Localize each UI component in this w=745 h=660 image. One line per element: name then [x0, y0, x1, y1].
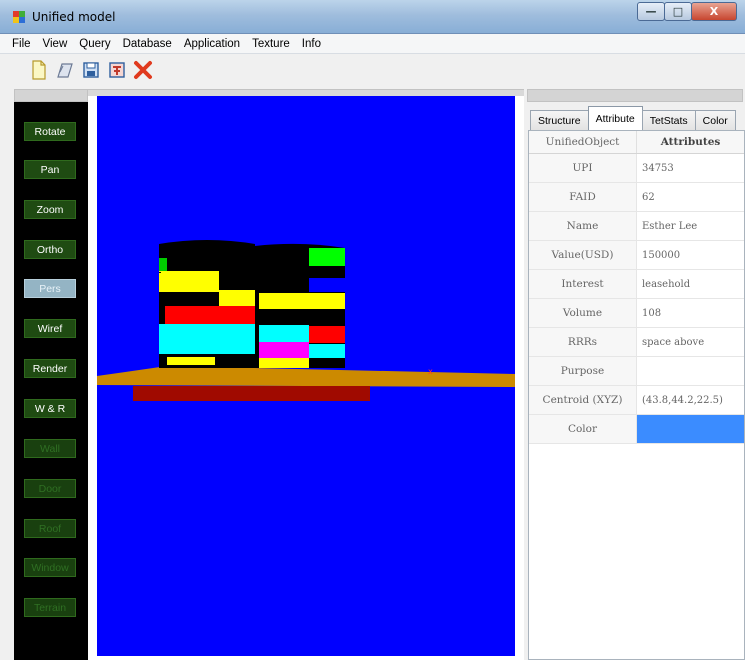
svg-text:x: x — [428, 367, 433, 376]
tool-panel-header — [14, 89, 88, 102]
export-icon — [109, 62, 125, 78]
window-title: Unified model — [32, 10, 116, 24]
column-header-attributes: Attributes — [660, 136, 721, 148]
minimize-icon: — — [645, 5, 657, 18]
tab-color[interactable]: Color — [694, 110, 736, 130]
terrain-button[interactable]: Terrain — [24, 598, 76, 617]
menu-bar: File View Query Database Application Tex… — [0, 34, 745, 54]
app-logo-icon — [13, 11, 25, 23]
table-row[interactable]: RRRs space above — [529, 328, 744, 357]
save-button[interactable] — [80, 59, 102, 81]
attribute-value[interactable]: leasehold — [637, 270, 744, 298]
attribute-table: UnifiedObject Attributes UPI 34753 FAID 62… — [528, 130, 745, 660]
table-row[interactable]: Value(USD) 150000 — [529, 241, 744, 270]
ortho-button[interactable]: Ortho — [24, 240, 76, 259]
attribute-value[interactable]: (43.8,44.2,22.5) — [637, 386, 744, 414]
render-button[interactable]: Render — [24, 359, 76, 378]
table-row[interactable]: Volume 108 — [529, 299, 744, 328]
tab-bar: Structure Attribute TetStats Color — [530, 106, 736, 130]
table-row[interactable]: UPI 34753 — [529, 154, 744, 183]
tool-panel: Rotate Pan Zoom Ortho Pers Wiref Render … — [14, 102, 88, 660]
color-swatch[interactable] — [636, 415, 744, 443]
window-controls: — □ X — [637, 2, 737, 21]
delete-icon — [134, 61, 152, 79]
attribute-value[interactable]: space above — [637, 328, 744, 356]
table-row[interactable]: Purpose — [529, 357, 744, 386]
roof-button[interactable]: Roof — [24, 519, 76, 538]
attribute-key: FAID — [529, 183, 637, 211]
close-button[interactable]: X — [691, 2, 737, 21]
open-folder-icon — [57, 63, 73, 78]
attribute-key: Value(USD) — [529, 241, 637, 269]
delete-button[interactable] — [132, 59, 154, 81]
attribute-value[interactable]: 34753 — [637, 154, 744, 182]
attribute-value[interactable]: 62 — [637, 183, 744, 211]
attribute-key: Name — [529, 212, 637, 240]
menu-file[interactable]: File — [6, 38, 37, 50]
wire-render-button[interactable]: W & R — [24, 399, 76, 418]
tab-structure[interactable]: Structure — [530, 110, 589, 130]
properties-panel: Structure Attribute TetStats Color Unifi… — [526, 102, 745, 660]
attribute-value[interactable]: 150000 — [637, 241, 744, 269]
menu-application[interactable]: Application — [178, 38, 246, 50]
attribute-value[interactable]: 108 — [637, 299, 744, 327]
export-button[interactable] — [106, 59, 128, 81]
title-bar: Unified model — □ X — [0, 0, 745, 34]
minimize-button[interactable]: — — [637, 2, 665, 21]
tab-attribute[interactable]: Attribute — [587, 106, 643, 130]
attribute-key: RRRs — [529, 328, 637, 356]
open-button[interactable] — [54, 59, 76, 81]
tab-tetstats[interactable]: TetStats — [641, 110, 696, 130]
maximize-button[interactable]: □ — [664, 2, 692, 21]
column-header-object: UnifiedObject — [529, 131, 637, 153]
rotate-button[interactable]: Rotate — [24, 122, 76, 141]
attribute-value[interactable] — [637, 357, 744, 385]
new-file-icon — [32, 60, 46, 80]
building-left — [159, 240, 255, 368]
attribute-key: Volume — [529, 299, 637, 327]
building-right — [255, 243, 345, 368]
building-model: x — [97, 240, 515, 401]
close-icon: X — [709, 5, 719, 18]
menu-info[interactable]: Info — [296, 38, 327, 50]
menu-database[interactable]: Database — [117, 38, 178, 50]
table-row[interactable]: Color — [529, 415, 744, 444]
ground-plane — [97, 366, 515, 387]
menu-query[interactable]: Query — [73, 38, 116, 50]
wall-button[interactable]: Wall — [24, 439, 76, 458]
wireframe-button[interactable]: Wiref — [24, 319, 76, 338]
table-row[interactable]: Interest leasehold — [529, 270, 744, 299]
properties-header — [527, 89, 743, 102]
attribute-key: Centroid (XYZ) — [529, 386, 637, 414]
zoom-button[interactable]: Zoom — [24, 200, 76, 219]
table-row[interactable]: Name Esther Lee — [529, 212, 744, 241]
table-header: UnifiedObject Attributes — [529, 131, 744, 154]
attribute-key: Interest — [529, 270, 637, 298]
table-row[interactable]: Centroid (XYZ) (43.8,44.2,22.5) — [529, 386, 744, 415]
maximize-icon: □ — [672, 5, 684, 18]
3d-viewport[interactable]: x — [97, 96, 515, 656]
door-button[interactable]: Door — [24, 479, 76, 498]
menu-view[interactable]: View — [37, 38, 74, 50]
pan-button[interactable]: Pan — [24, 160, 76, 179]
toolbar — [0, 54, 745, 86]
base-slab — [133, 386, 370, 401]
table-row[interactable]: FAID 62 — [529, 183, 744, 212]
attribute-key: UPI — [529, 154, 637, 182]
menu-texture[interactable]: Texture — [246, 38, 296, 50]
attribute-value[interactable]: Esther Lee — [637, 212, 744, 240]
attribute-key: Purpose — [529, 357, 637, 385]
new-file-button[interactable] — [28, 59, 50, 81]
pers-button[interactable]: Pers — [24, 279, 76, 298]
window-button[interactable]: Window — [24, 558, 76, 577]
attribute-key: Color — [529, 415, 637, 443]
save-icon — [83, 62, 99, 78]
